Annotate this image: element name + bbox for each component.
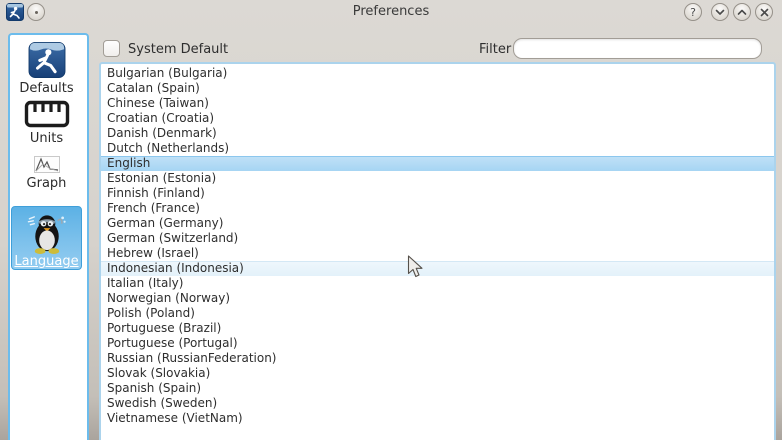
close-button[interactable] <box>755 3 773 21</box>
list-item[interactable]: Vietnamese (VietNam) <box>101 411 774 426</box>
sidebar-item-label: Units <box>30 131 63 146</box>
list-item[interactable]: Portuguese (Brazil) <box>101 321 774 336</box>
list-item[interactable]: Polish (Poland) <box>101 306 774 321</box>
list-item[interactable]: Croatian (Croatia) <box>101 111 774 126</box>
ruler-icon <box>24 100 70 128</box>
list-item[interactable]: German (Germany) <box>101 216 774 231</box>
sidebar-item-defaults[interactable]: Defaults <box>10 38 83 96</box>
list-item[interactable]: Dutch (Netherlands) <box>101 141 774 156</box>
category-sidebar: Defaults Units Graph <box>8 33 89 440</box>
list-item[interactable]: Finnish (Finland) <box>101 186 774 201</box>
list-item[interactable]: Chinese (Taiwan) <box>101 96 774 111</box>
list-item[interactable]: Russian (RussianFederation) <box>101 351 774 366</box>
sidebar-item-label: Language <box>14 254 78 269</box>
titlebar: Preferences ? <box>0 0 782 26</box>
list-item[interactable]: Portuguese (Portugal) <box>101 336 774 351</box>
filter-input[interactable] <box>513 38 762 59</box>
list-item[interactable]: English <box>101 156 774 171</box>
maximize-button[interactable] <box>733 3 751 21</box>
list-item[interactable]: Estonian (Estonia) <box>101 171 774 186</box>
system-default-checkbox[interactable] <box>103 40 120 57</box>
list-item[interactable]: Norwegian (Norway) <box>101 291 774 306</box>
sidebar-item-units[interactable]: Units <box>10 96 83 152</box>
window-title: Preferences <box>0 4 782 19</box>
list-item[interactable]: Swedish (Sweden) <box>101 396 774 411</box>
filter-label: Filter <box>479 42 511 57</box>
preferences-window: Preferences ? <box>0 0 782 440</box>
close-icon <box>760 8 769 17</box>
list-item[interactable]: French (France) <box>101 201 774 216</box>
question-icon: ? <box>690 7 696 18</box>
list-item[interactable]: Hebrew (Israel) <box>101 246 774 261</box>
sidebar-item-label: Graph <box>27 176 67 191</box>
list-item[interactable]: Slovak (Slovakia) <box>101 366 774 381</box>
sidebar-item-language[interactable]: Language <box>11 206 82 270</box>
chevron-up-icon <box>737 9 747 16</box>
sidebar-item-graph[interactable]: Graph <box>10 152 83 198</box>
shade-button[interactable] <box>711 3 729 21</box>
penguin-icon <box>25 211 69 254</box>
list-item[interactable]: Danish (Denmark) <box>101 126 774 141</box>
diver-icon <box>26 42 68 78</box>
list-item[interactable]: Indonesian (Indonesia) <box>101 261 774 276</box>
sidebar-item-label: Defaults <box>19 81 73 96</box>
language-list: Bulgarian (Bulgaria)Catalan (Spain)Chine… <box>99 62 776 440</box>
list-item[interactable]: Catalan (Spain) <box>101 81 774 96</box>
chevron-down-icon <box>715 9 725 16</box>
list-item[interactable]: Spanish (Spain) <box>101 381 774 396</box>
system-default-label: System Default <box>128 42 228 57</box>
graph-icon <box>34 156 60 173</box>
list-item[interactable]: German (Switzerland) <box>101 231 774 246</box>
list-item[interactable]: Bulgarian (Bulgaria) <box>101 66 774 81</box>
help-button[interactable]: ? <box>684 3 702 21</box>
list-item[interactable]: Italian (Italy) <box>101 276 774 291</box>
